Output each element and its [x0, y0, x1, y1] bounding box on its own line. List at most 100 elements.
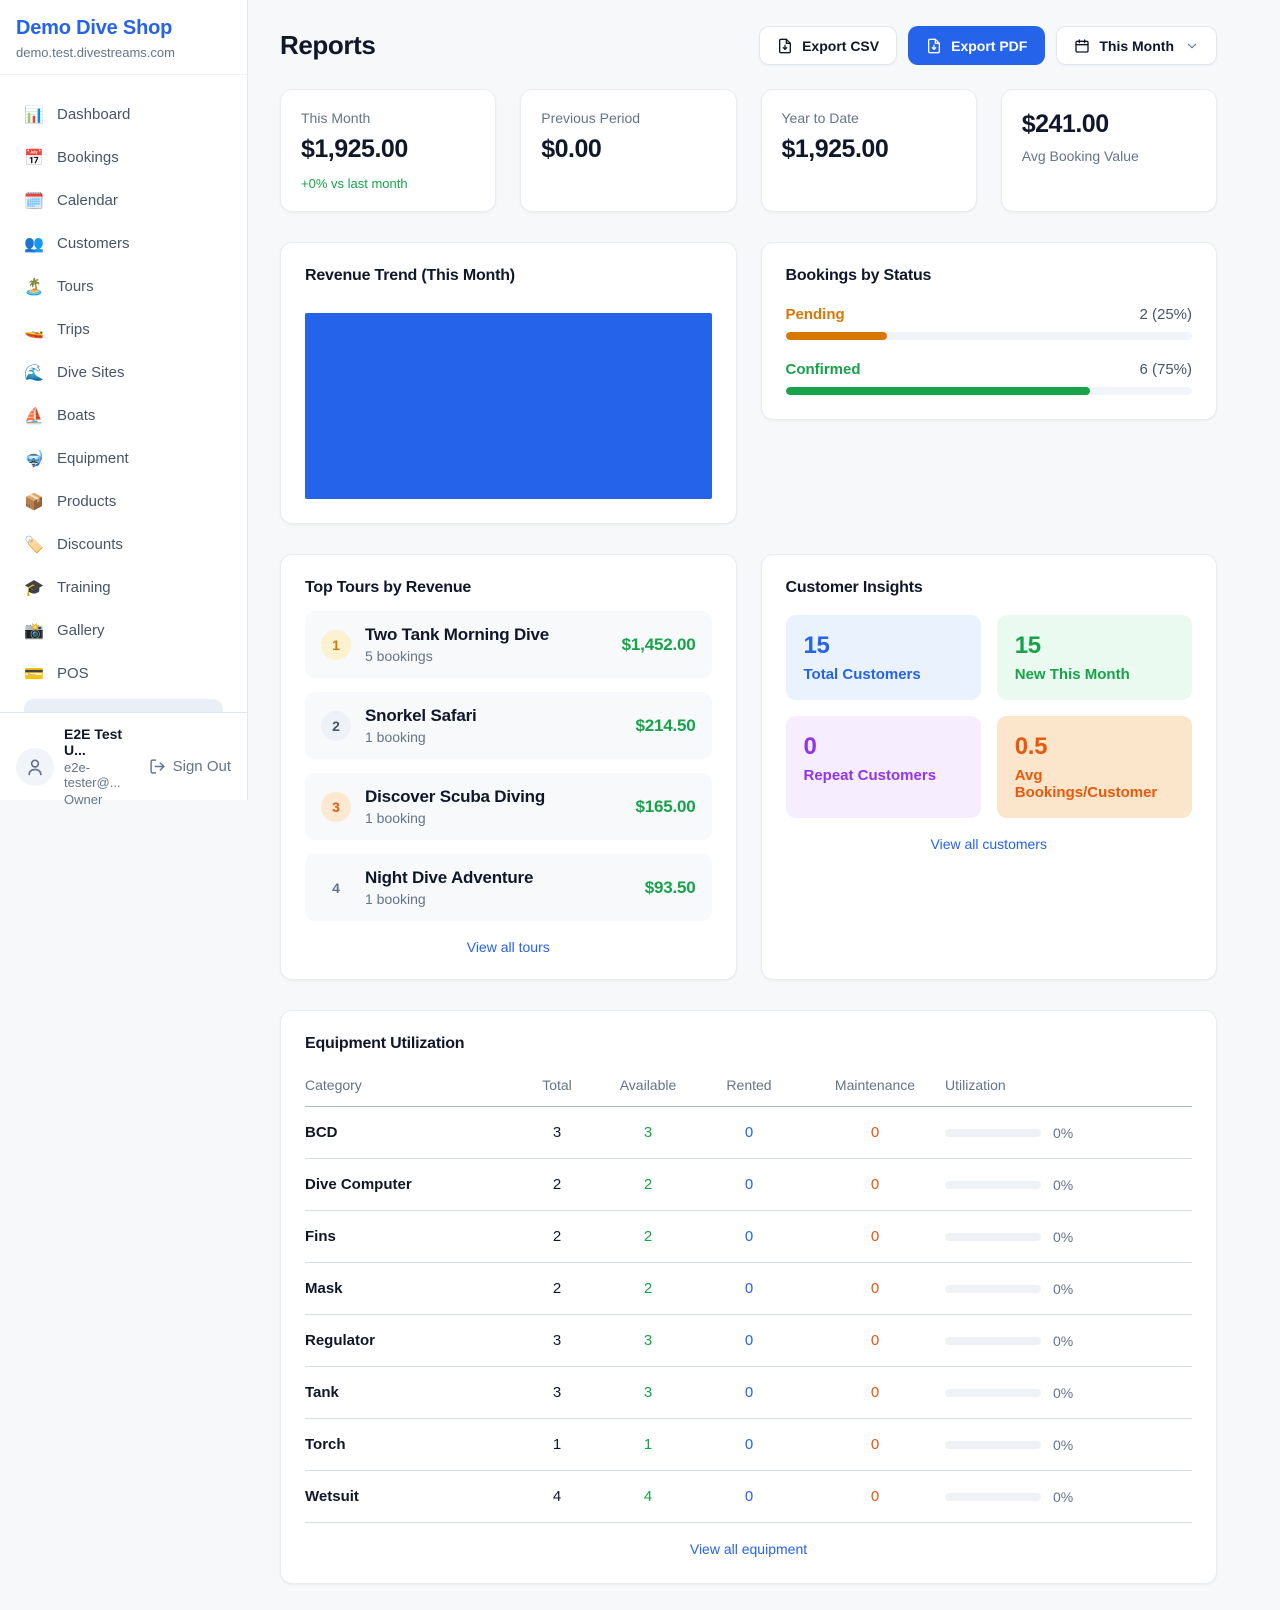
cell-maintenance: 0 [805, 1419, 945, 1471]
utilization-bar-track [945, 1285, 1041, 1293]
utilization-bar-track [945, 1389, 1041, 1397]
main-content: Reports Export CSV Export PDF This Month… [248, 0, 1217, 1584]
export-csv-label: Export CSV [802, 38, 879, 54]
table-row: Regulator 3 3 0 0 0% [305, 1315, 1192, 1367]
file-download-icon [926, 38, 942, 54]
sidebar-item-trips[interactable]: 🚤 Trips [12, 308, 235, 351]
cell-maintenance: 0 [805, 1315, 945, 1367]
cell-maintenance: 0 [805, 1159, 945, 1211]
tour-revenue: $214.50 [635, 716, 695, 736]
utilization-bar-track [945, 1129, 1041, 1137]
sign-out-button[interactable]: Sign Out [149, 758, 231, 775]
cell-total: 3 [511, 1107, 603, 1159]
status-row-confirmed: Confirmed 6 (75%) [786, 361, 1193, 395]
status-label: Pending [786, 306, 845, 323]
stat-label: Year to Date [782, 110, 956, 126]
column-header-available: Available [603, 1067, 693, 1107]
tour-bookings: 1 booking [365, 729, 621, 745]
sidebar-item-label: Tours [57, 278, 94, 295]
sidebar-item-customers[interactable]: 👥 Customers [12, 222, 235, 265]
cell-category: Dive Computer [305, 1159, 511, 1211]
sidebar-item-boats[interactable]: ⛵ Boats [12, 394, 235, 437]
middle-row: Top Tours by Revenue 1 Two Tank Morning … [280, 554, 1217, 980]
user-panel: E2E Test U... e2e-tester@... Owner Sign … [0, 712, 247, 820]
stat-value: $0.00 [541, 135, 715, 164]
sidebar-item-tours[interactable]: 🏝️ Tours [12, 265, 235, 308]
insight-label: Avg Bookings/Customer [1015, 767, 1174, 801]
table-row: BCD 3 3 0 0 0% [305, 1107, 1192, 1159]
utilization-percent: 0% [1053, 1281, 1073, 1297]
status-bar-fill [786, 387, 1091, 395]
tour-row: 4 Night Dive Adventure 1 booking $93.50 [305, 854, 712, 921]
period-select[interactable]: This Month [1056, 26, 1217, 65]
cell-maintenance: 0 [805, 1471, 945, 1523]
sidebar-item-equipment[interactable]: 🤿 Equipment [12, 437, 235, 480]
insight-value: 15 [804, 632, 963, 660]
stats-row: This Month $1,925.00 +0% vs last month P… [280, 89, 1217, 212]
cell-utilization: 0% [945, 1419, 1192, 1471]
cell-rented: 0 [693, 1367, 805, 1419]
sidebar-item-discounts[interactable]: 🏷️ Discounts [12, 523, 235, 566]
sidebar-item-bookings[interactable]: 📅 Bookings [12, 136, 235, 179]
cell-total: 4 [511, 1471, 603, 1523]
cell-rented: 0 [693, 1107, 805, 1159]
user-icon [25, 757, 45, 777]
shop-name: Demo Dive Shop [16, 17, 231, 40]
sidebar-item-gallery[interactable]: 📸 Gallery [12, 609, 235, 652]
sidebar-item-calendar[interactable]: 🗓️ Calendar [12, 179, 235, 222]
tour-name: Two Tank Morning Dive [365, 625, 608, 645]
export-pdf-button[interactable]: Export PDF [908, 26, 1045, 65]
stat-label: Avg Booking Value [1022, 148, 1196, 164]
stat-value: $241.00 [1022, 110, 1196, 139]
boats-icon: ⛵ [24, 406, 44, 426]
status-count: 2 (25%) [1139, 306, 1192, 323]
sidebar-item-products[interactable]: 📦 Products [12, 480, 235, 523]
insight-value: 0 [804, 733, 963, 761]
export-csv-button[interactable]: Export CSV [759, 26, 897, 65]
insight-tile-new-this-month: 15 New This Month [997, 615, 1192, 700]
table-row: Torch 1 1 0 0 0% [305, 1419, 1192, 1471]
cell-rented: 0 [693, 1211, 805, 1263]
discounts-icon: 🏷️ [24, 535, 44, 555]
tour-row: 3 Discover Scuba Diving 1 booking $165.0… [305, 773, 712, 840]
cell-available: 1 [603, 1419, 693, 1471]
cell-available: 3 [603, 1107, 693, 1159]
sidebar-item-training[interactable]: 🎓 Training [12, 566, 235, 609]
sidebar-item-reports-partial[interactable] [24, 699, 223, 712]
column-header-total: Total [511, 1067, 603, 1107]
stat-value: $1,925.00 [782, 135, 956, 164]
tours-icon: 🏝️ [24, 277, 44, 297]
cell-maintenance: 0 [805, 1367, 945, 1419]
tour-row: 2 Snorkel Safari 1 booking $214.50 [305, 692, 712, 759]
cell-utilization: 0% [945, 1211, 1192, 1263]
column-header-utilization: Utilization [945, 1067, 1192, 1107]
insight-value: 0.5 [1015, 733, 1174, 761]
cell-available: 3 [603, 1315, 693, 1367]
view-all-tours-link[interactable]: View all tours [305, 939, 712, 955]
pos-icon: 💳 [24, 664, 44, 684]
utilization-bar-track [945, 1337, 1041, 1345]
cell-total: 3 [511, 1367, 603, 1419]
file-download-icon [777, 38, 793, 54]
stat-value: $1,925.00 [301, 135, 475, 164]
sidebar-item-label: Equipment [57, 450, 129, 467]
training-icon: 🎓 [24, 578, 44, 598]
sidebar-item-dashboard[interactable]: 📊 Dashboard [12, 93, 235, 136]
cell-maintenance: 0 [805, 1211, 945, 1263]
insight-label: Repeat Customers [804, 767, 963, 784]
dive-sites-icon: 🌊 [24, 363, 44, 383]
view-all-customers-link[interactable]: View all customers [786, 836, 1193, 852]
rank-badge: 2 [321, 711, 351, 741]
cell-category: Torch [305, 1419, 511, 1471]
stat-card-avg-booking-value: $241.00 Avg Booking Value [1001, 89, 1217, 212]
cell-maintenance: 0 [805, 1107, 945, 1159]
view-all-equipment-link[interactable]: View all equipment [305, 1541, 1192, 1557]
user-info: E2E Test U... e2e-tester@... Owner [64, 726, 139, 807]
tour-bookings: 1 booking [365, 891, 631, 907]
sidebar-item-dive-sites[interactable]: 🌊 Dive Sites [12, 351, 235, 394]
sidebar-item-pos[interactable]: 💳 POS [12, 652, 235, 695]
utilization-bar-track [945, 1181, 1041, 1189]
tour-name: Discover Scuba Diving [365, 787, 621, 807]
stat-label: Previous Period [541, 110, 715, 126]
bookings-icon: 📅 [24, 148, 44, 168]
